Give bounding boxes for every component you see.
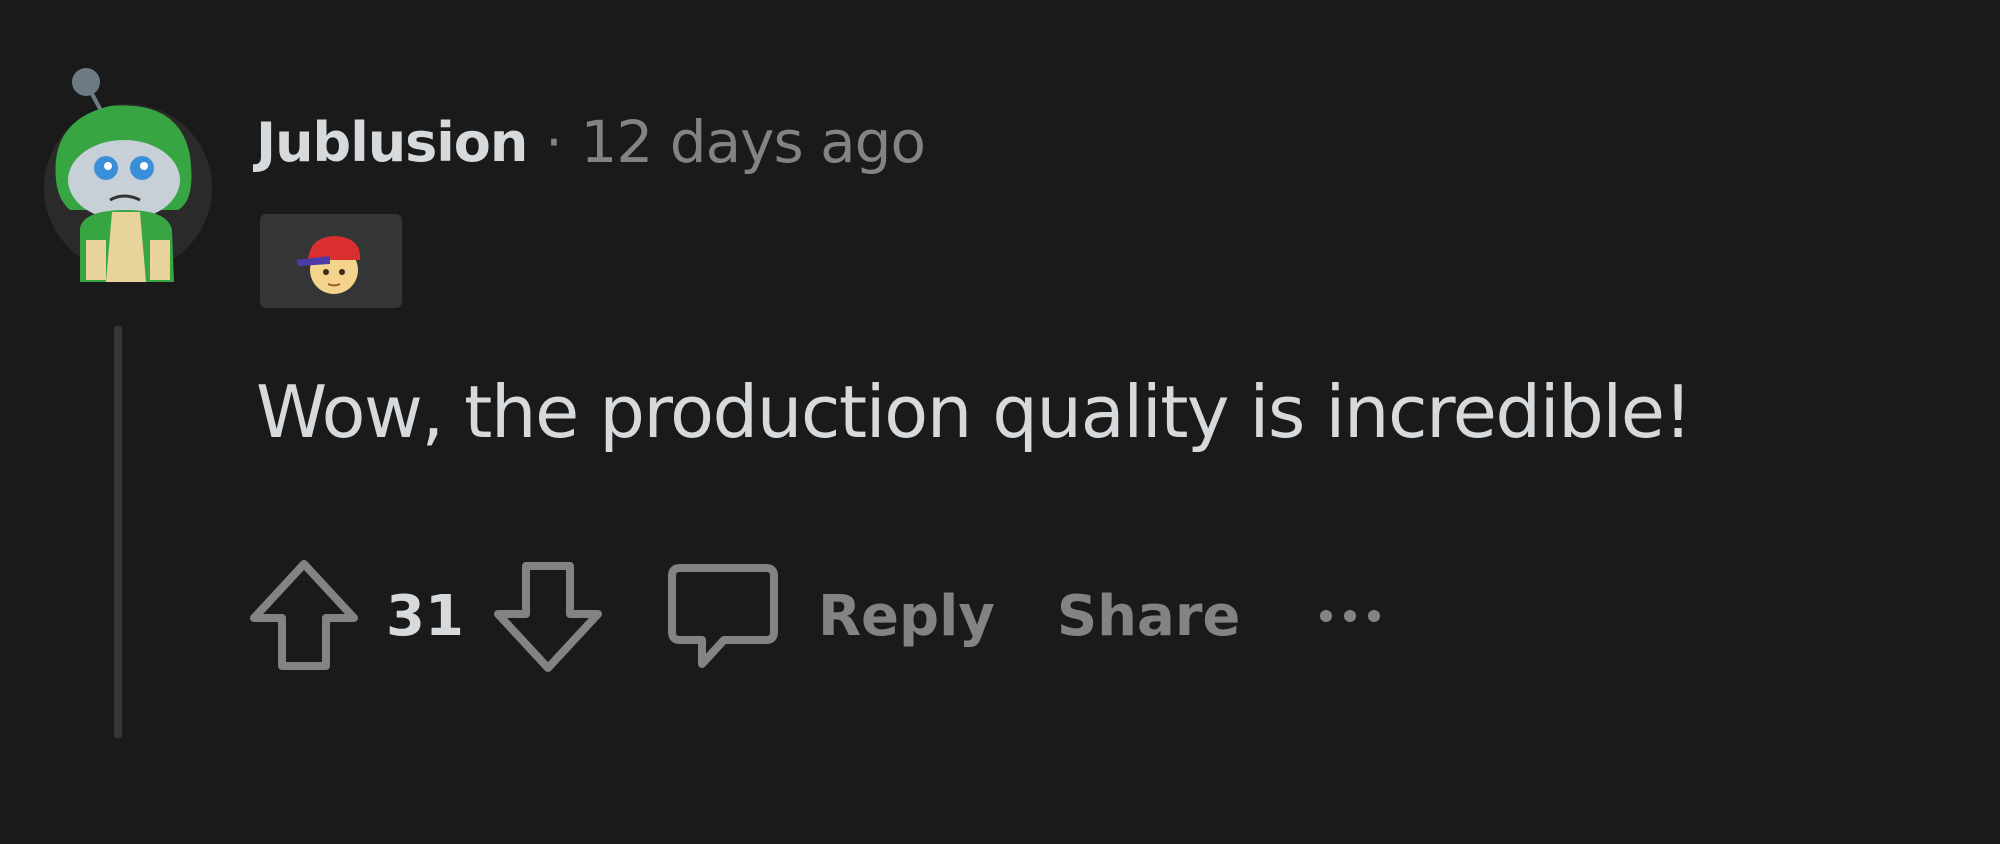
user-avatar[interactable] xyxy=(40,60,216,290)
ellipsis-icon xyxy=(1368,610,1381,622)
ellipsis-icon xyxy=(1320,610,1333,622)
ellipsis-icon xyxy=(1344,610,1357,622)
upvote-arrow-icon xyxy=(250,560,358,670)
comment-action-bar: 31 Reply Share xyxy=(246,552,1381,680)
more-options-button[interactable] xyxy=(1320,596,1381,636)
downvote-arrow-icon xyxy=(493,562,602,672)
reply-button[interactable]: Reply xyxy=(666,560,995,672)
upvote-button[interactable] xyxy=(246,556,362,676)
snoo-avatar-icon xyxy=(44,68,212,282)
comment-body-text: Wow, the production quality is incredibl… xyxy=(256,370,1692,454)
comment-bubble-icon xyxy=(667,564,778,668)
thread-collapse-line[interactable] xyxy=(114,326,122,738)
comment-timestamp[interactable]: 12 days ago xyxy=(581,108,926,176)
comment-header: Jublusion · 12 days ago xyxy=(256,102,926,182)
reply-label: Reply xyxy=(817,583,995,649)
share-button[interactable]: Share xyxy=(1057,584,1241,649)
vote-score: 31 xyxy=(386,583,464,649)
author-username[interactable]: Jublusion xyxy=(256,111,528,174)
header-separator: · xyxy=(545,110,563,174)
ness-flair-icon xyxy=(296,236,361,294)
user-flair xyxy=(260,214,402,308)
downvote-button[interactable] xyxy=(490,556,606,676)
